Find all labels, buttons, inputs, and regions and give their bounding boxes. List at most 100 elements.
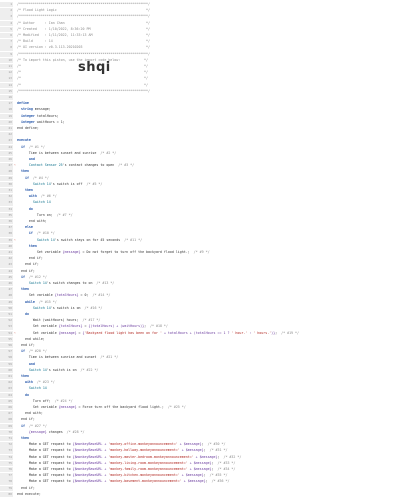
line-number: 69: [0, 423, 13, 430]
code-line: 54 ⚡ Set variable {message} = {'Backyard …: [0, 330, 409, 337]
code-text: /***************************************…: [17, 51, 150, 56]
line-number: 76: [0, 467, 13, 473]
line-number: 5: [0, 26, 13, 33]
line-number: 57: [0, 349, 13, 355]
code-text: Make a GET request to {$monkeyBaseURL + …: [17, 442, 226, 447]
code-line: 28 then: [0, 169, 409, 175]
code-line: 51 do: [0, 312, 409, 318]
line-number: 21: [0, 126, 13, 132]
line-number: 33: [0, 200, 13, 206]
code-text: do: [24, 392, 29, 397]
code-line: 31 then: [0, 188, 409, 194]
code-line: 26 and: [0, 157, 409, 163]
line-number: 56: [0, 343, 13, 349]
line-number: 6: [0, 33, 13, 39]
breakpoint-icon[interactable]: ⚡: [14, 163, 16, 168]
code-text: end execute;: [17, 491, 41, 496]
code-text: end with;: [17, 219, 47, 223]
code-line: 68 end if;: [0, 417, 409, 423]
line-number: 9: [0, 51, 13, 58]
code-line: 76 Make a GET request to {$monkeyBaseURL…: [0, 467, 409, 473]
code-line: 21 end define;: [0, 126, 409, 132]
line-number: 45: [0, 274, 13, 281]
line-number: 68: [0, 417, 13, 423]
code-text: then: [20, 436, 29, 440]
code-line: 75 Make a GET request to {$monkeyBaseURL…: [0, 460, 409, 467]
line-number: 41: [0, 250, 13, 256]
breakpoint-icon[interactable]: ⚡: [14, 331, 16, 336]
line-number: 78: [0, 479, 13, 485]
code-line: 10/* To import this piston, use the impo…: [0, 57, 409, 64]
code-text: /* Created : 1/10/2022, 8:36:20 PM */: [17, 26, 150, 31]
line-number: 18: [0, 107, 13, 113]
code-text: Set variable {totalHours} = 0; /* #14 */: [17, 293, 111, 298]
code-text: integer totalHours;: [20, 113, 59, 118]
line-number: 61: [0, 374, 13, 380]
line-number: 75: [0, 460, 13, 467]
code-line: 65 Turn off; /* #24 */: [0, 398, 409, 405]
code-text: /* */: [17, 82, 149, 87]
line-number: 50: [0, 305, 13, 312]
line-number: 32: [0, 194, 13, 200]
code-line: 34 do: [0, 206, 409, 213]
line-number: 48: [0, 293, 13, 299]
code-text: Make a GET request to {$monkeyBaseURL + …: [17, 479, 230, 484]
code-line: 30 Switch 14's switch is off /* #5 */: [0, 181, 409, 188]
code-line: 46 Switch 14's switch changes to on /* #…: [0, 281, 409, 287]
code-line: 23 execute: [0, 138, 409, 144]
code-text: with /* #23 */: [24, 380, 55, 385]
code-text: Time is between sunset and sunrise /* #2…: [17, 150, 117, 155]
line-number: 55: [0, 336, 13, 343]
code-line: 37 else: [0, 225, 409, 231]
code-line: 72 Make a GET request to {$monkeyBaseURL…: [0, 442, 409, 448]
breakpoint-icon[interactable]: ⚡: [14, 238, 16, 243]
code-text: Set variable {message} = Force turn off …: [17, 405, 186, 409]
code-text: if /* #20 */: [20, 349, 47, 354]
piston-code-view: 1 /**************************************…: [0, 0, 409, 500]
code-line: 44 end if;: [0, 268, 409, 275]
code-text: execute: [17, 138, 31, 143]
code-text: end if;: [17, 343, 35, 347]
code-text: then: [28, 243, 37, 248]
line-number: 12: [0, 70, 13, 76]
code-text: /***************************************…: [17, 2, 150, 6]
line-number: 59: [0, 361, 13, 368]
line-number: 72: [0, 442, 13, 448]
line-number: 22: [0, 132, 13, 138]
line-number: 29: [0, 175, 13, 182]
code-line: 32 with /* #6 */: [0, 194, 409, 200]
line-number: 53: [0, 324, 13, 330]
code-text: if /* #12 */: [20, 274, 47, 279]
code-text: end if;: [17, 485, 35, 490]
code-line: 78 Make a GET request to {$monkeyBaseURL…: [0, 479, 409, 485]
code-text: Make a GET request to {$monkeyBaseURL + …: [17, 467, 236, 471]
code-line: 58 Time is between sunrise and sunset /*…: [0, 355, 409, 361]
code-line: 29 if /* #4 */: [0, 175, 409, 182]
code-line: 48 Set variable {totalHours} = 0; /* #14…: [0, 293, 409, 299]
code-text: Make a GET request to {$monkeyBaseURL + …: [17, 448, 228, 453]
code-text: /* Modified : 1/11/2022, 11:33:13 AM */: [17, 33, 150, 37]
line-number: 16: [0, 95, 13, 101]
code-text: Switch 14's switch is on /* #22 */: [28, 367, 99, 372]
code-line: 77 Make a GET request to {$monkeyBaseURL…: [0, 473, 409, 479]
code-line: 4 /* Author : Ian Chan */: [0, 20, 409, 27]
code-line: 67 end with;: [0, 411, 409, 417]
import-code-logo: shqi: [78, 60, 111, 75]
code-line: 16: [0, 95, 409, 101]
code-text: if /* #4 */: [24, 175, 49, 180]
code-text: Make a GET request to {$monkeyBaseURL + …: [17, 460, 236, 465]
code-line: 27 ⚡ Contact Sensor 25's contact changes …: [0, 163, 409, 169]
code-line: 57 if /* #20 */: [0, 349, 409, 355]
code-text: /***************************************…: [17, 88, 150, 93]
line-number: 31: [0, 188, 13, 194]
line-number: 63: [0, 386, 13, 392]
code-text: then: [24, 188, 33, 192]
code-text: integer waitHours = 1;: [20, 119, 65, 124]
code-line: 18 string message;: [0, 107, 409, 113]
code-text: Switch 14's switch changes to on /* #13 …: [28, 281, 115, 285]
code-line: 35 Turn on; /* #7 */: [0, 212, 409, 219]
line-number: 70: [0, 429, 13, 436]
line-number: 25: [0, 150, 13, 157]
code-line: 12/* */: [0, 70, 409, 76]
code-text: Switch 14's switch stays on for 45 secon…: [36, 237, 143, 242]
